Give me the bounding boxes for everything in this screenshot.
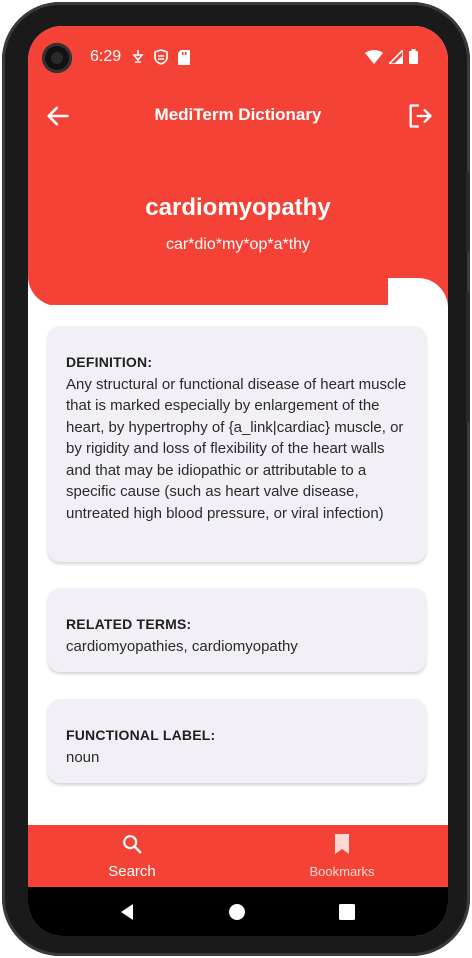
app-title: MediTerm Dictionary (154, 105, 322, 124)
bottom-navigation: Search Bookmarks (28, 825, 448, 887)
nav-bookmarks-label: Bookmarks (309, 864, 375, 879)
status-bar: 6:29 (28, 26, 448, 90)
entry-syllables: car*dio*my*op*a*thy (165, 236, 311, 253)
battery-icon (409, 49, 418, 64)
volume-button (466, 172, 470, 252)
shield-status-icon (154, 49, 168, 65)
definition-card: DEFINITION: Any structural or functional… (48, 326, 426, 562)
related-terms-card: RELATED TERMS: cardiomyopathies, cardiom… (48, 588, 426, 672)
entry-word: cardiomyopathy (145, 194, 331, 221)
system-home-icon[interactable] (226, 901, 248, 923)
power-button (466, 292, 470, 422)
nav-search[interactable]: Search (72, 833, 192, 880)
sd-card-icon (178, 49, 190, 65)
system-recents-icon[interactable] (336, 901, 358, 923)
app-bar: MediTerm Dictionary (28, 94, 448, 138)
signal-icon (389, 49, 403, 64)
system-back-icon[interactable] (116, 901, 138, 923)
functional-label-card: FUNCTIONAL LABEL: noun (48, 699, 426, 783)
status-time: 6:29 (90, 48, 122, 65)
definition-label: DEFINITION: (66, 354, 153, 370)
functional-label-text: noun (66, 748, 100, 766)
screen: 6:29 MediTerm Dictionary cardiomyopathy … (28, 26, 448, 936)
notification-icon (132, 50, 144, 63)
logout-icon[interactable] (406, 102, 434, 130)
phone-frame: 6:29 MediTerm Dictionary cardiomyopathy … (2, 2, 470, 956)
search-icon (123, 835, 142, 854)
header-background: 6:29 MediTerm Dictionary cardiomyopathy … (28, 26, 448, 306)
definition-text: Any structural or functional disease of … (66, 375, 407, 522)
nav-bookmarks[interactable]: Bookmarks (282, 833, 402, 879)
nav-search-label: Search (108, 863, 156, 880)
bookmark-icon (335, 834, 349, 854)
camera-cutout (42, 43, 72, 73)
system-navigation-bar (28, 887, 448, 936)
wifi-icon (365, 49, 383, 64)
functional-label-label: FUNCTIONAL LABEL: (66, 727, 216, 743)
related-terms-text: cardiomyopathies, cardiomyopathy (66, 637, 298, 655)
related-terms-label: RELATED TERMS: (66, 616, 192, 632)
